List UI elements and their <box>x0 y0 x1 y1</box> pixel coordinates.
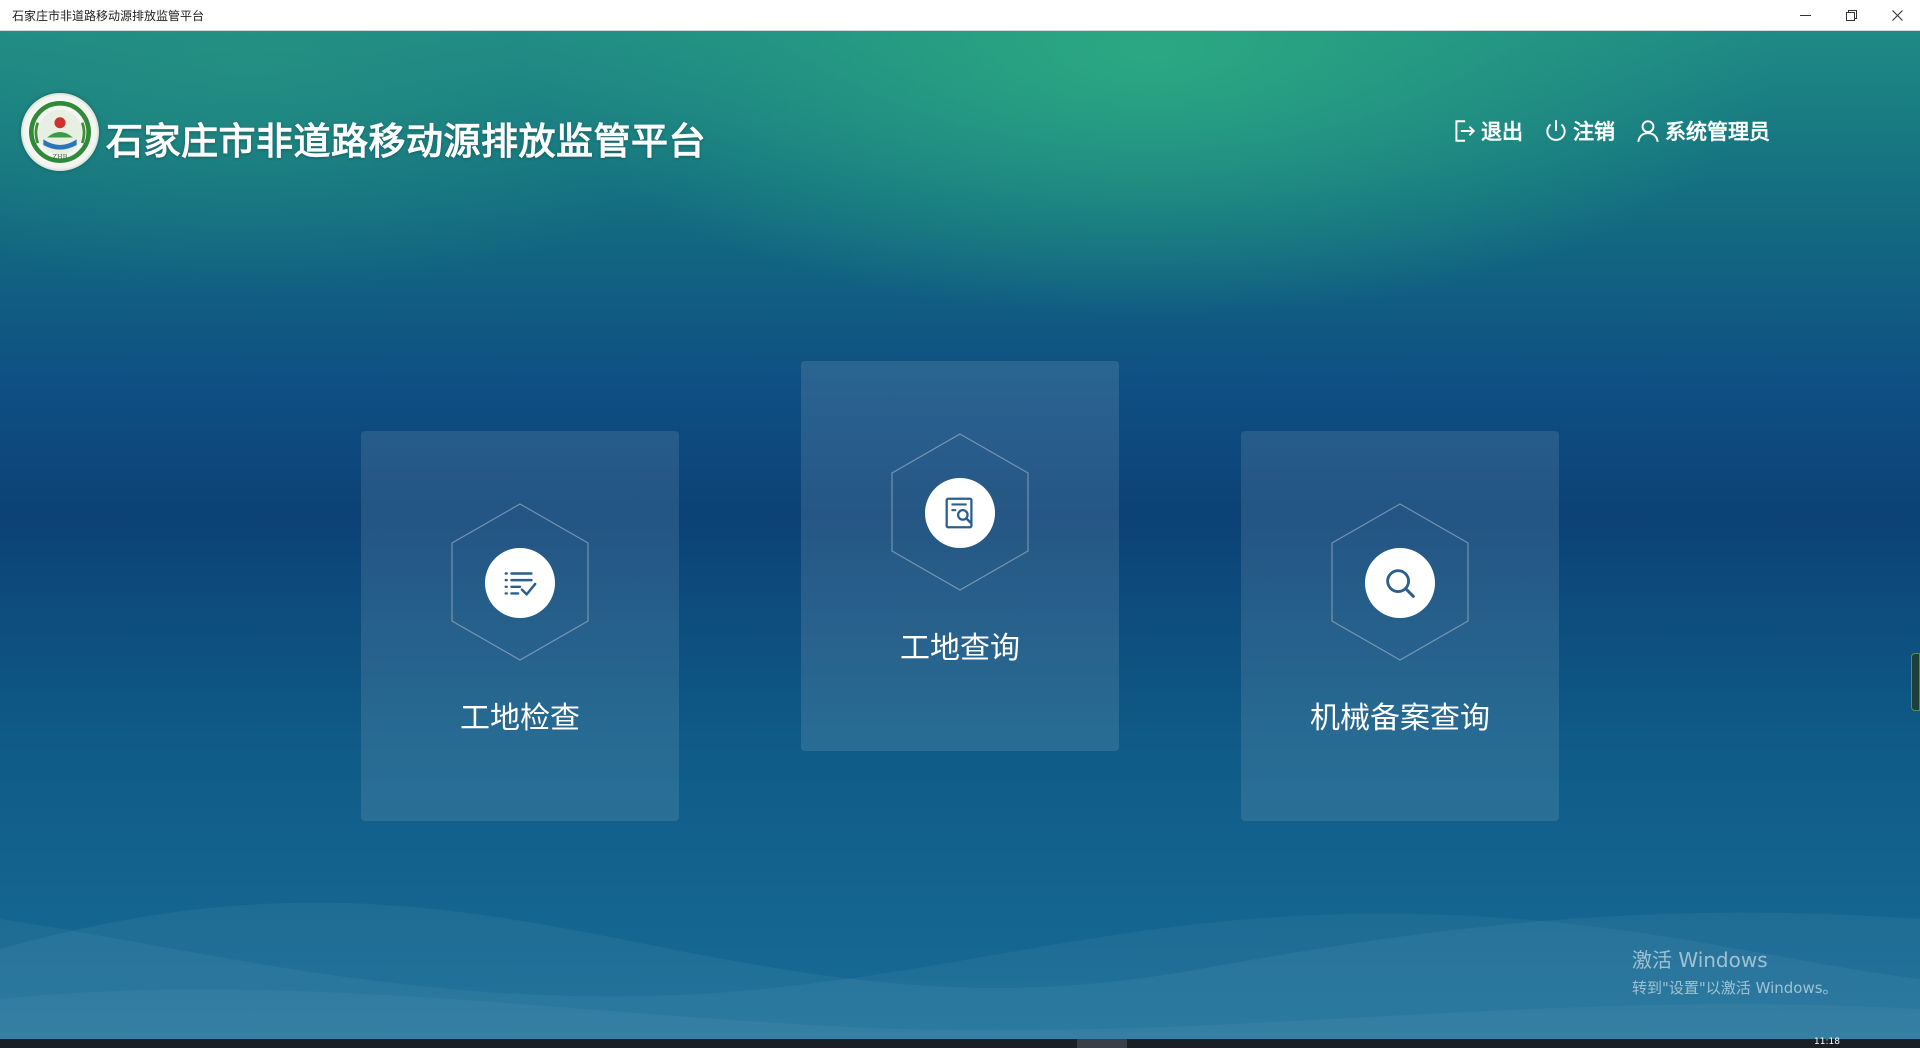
emblem-logo: ZHB <box>21 93 99 171</box>
card-label: 工地检查 <box>460 701 580 736</box>
close-button[interactable] <box>1874 0 1920 31</box>
header-actions: 退出 注销 系统管理员 <box>1451 116 1770 146</box>
power-icon <box>1546 120 1566 141</box>
close-icon <box>1891 10 1903 21</box>
checklist-icon <box>504 572 537 596</box>
minimize-icon <box>1799 15 1811 16</box>
side-drawer-handle[interactable] <box>1911 653 1920 711</box>
watermark-title: 激活 Windows <box>1632 948 1768 972</box>
exit-label: 退出 <box>1481 120 1523 144</box>
site-inspection-card[interactable]: 工地检查 <box>361 431 679 821</box>
windows-activation-watermark: 激活 Windows 转到"设置"以激活 Windows。 <box>1632 944 1838 998</box>
site-query-card[interactable]: 工地查询 <box>801 361 1119 751</box>
icon-circle <box>1365 548 1435 618</box>
minimize-button[interactable] <box>1782 0 1828 31</box>
emblem-icon: ZHB <box>25 97 95 167</box>
restore-icon <box>1845 10 1857 21</box>
window-title: 石家庄市非道路移动源排放监管平台 <box>12 8 205 23</box>
machinery-record-query-card[interactable]: 机械备案查询 <box>1241 431 1559 821</box>
page-title: 石家庄市非道路移动源排放监管平台 <box>106 120 706 163</box>
restore-button[interactable] <box>1828 0 1874 31</box>
logout-label: 注销 <box>1573 120 1615 144</box>
exit-icon <box>1455 120 1476 142</box>
user-label: 系统管理员 <box>1665 120 1770 144</box>
logout-button[interactable]: 注销 <box>1543 116 1615 146</box>
taskbar-clock: 11:18 <box>1814 1037 1840 1047</box>
card-label: 工地查询 <box>900 631 1020 666</box>
taskbar: 11:18 <box>0 1037 1920 1048</box>
window-titlebar: 石家庄市非道路移动源排放监管平台 <box>0 0 1920 31</box>
window-controls <box>1782 0 1920 31</box>
card-label: 机械备案查询 <box>1310 701 1490 736</box>
search-icon <box>1386 569 1415 598</box>
taskbar-app-item[interactable] <box>1077 1039 1127 1048</box>
user-button[interactable]: 系统管理员 <box>1635 116 1770 146</box>
icon-circle <box>485 548 555 618</box>
app-main: ZHB 石家庄市非道路移动源排放监管平台 退出 注销 系统管理员 工地检查 工地… <box>0 31 1920 1039</box>
watermark-subtitle: 转到"设置"以激活 Windows。 <box>1632 979 1838 997</box>
exit-button[interactable]: 退出 <box>1451 116 1523 146</box>
svg-text:ZHB: ZHB <box>53 153 68 161</box>
document-search-icon <box>945 497 973 529</box>
icon-circle <box>925 478 995 548</box>
user-icon <box>1637 120 1659 143</box>
